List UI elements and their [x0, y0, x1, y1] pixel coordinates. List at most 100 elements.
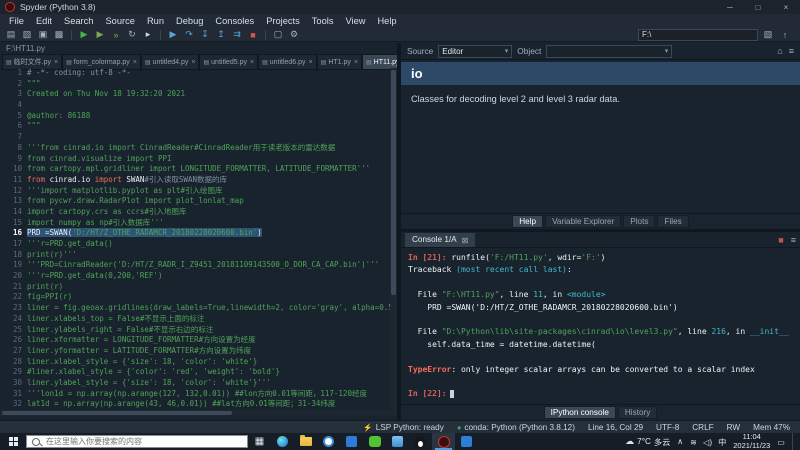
- action-center-icon[interactable]: ▭: [777, 437, 785, 447]
- close-tab-icon[interactable]: ×: [54, 59, 58, 66]
- code-line[interactable]: 24liner.xlabels_top = False#不显示上面的标注: [0, 314, 390, 325]
- step-into-icon[interactable]: ↧: [198, 29, 212, 41]
- code-line[interactable]: 7: [0, 132, 390, 143]
- editor-tab[interactable]: ▤untitled5.py×: [199, 54, 258, 69]
- code-line[interactable]: 25liner.ylabels_right = False#不显示右边的标注: [0, 325, 390, 336]
- code-line[interactable]: 29#liner.xlabel_style = {'color': 'red',…: [0, 367, 390, 378]
- line-number[interactable]: 18: [0, 250, 27, 261]
- taskbar-app-spyder[interactable]: [432, 433, 455, 450]
- code-line[interactable]: 8'''from cinrad.io import CinradReader#C…: [0, 143, 390, 154]
- code-line[interactable]: 4: [0, 100, 390, 111]
- editor-tab[interactable]: ▤临时文件.py×: [2, 54, 62, 69]
- working-directory-input[interactable]: [638, 29, 758, 41]
- line-number[interactable]: 5: [0, 111, 27, 122]
- run-cell-icon[interactable]: ▶: [93, 29, 107, 41]
- code-line[interactable]: 32lat1d = np.array(np.arange(43, 46,0.01…: [0, 399, 390, 410]
- line-number[interactable]: 16: [0, 228, 27, 239]
- editor-tab[interactable]: ▤untitled4.py×: [141, 54, 200, 69]
- preferences-icon[interactable]: ⚙: [287, 29, 301, 41]
- line-number[interactable]: 1: [0, 68, 27, 79]
- taskbar-app-task-view[interactable]: ▦: [248, 433, 271, 450]
- continue-icon[interactable]: ⇉: [230, 29, 244, 41]
- line-number[interactable]: 12: [0, 186, 27, 197]
- start-button[interactable]: [0, 433, 26, 450]
- line-number[interactable]: 3: [0, 89, 27, 100]
- line-number[interactable]: 23: [0, 303, 27, 314]
- console-tab[interactable]: Console 1/A ⊠: [405, 233, 475, 247]
- pane-tab-files[interactable]: Files: [657, 215, 688, 228]
- volume-icon[interactable]: ◁): [703, 437, 712, 447]
- menu-tools[interactable]: Tools: [306, 16, 340, 26]
- maximize-pane-icon[interactable]: ▢: [271, 29, 285, 41]
- object-dropdown[interactable]: ▾: [546, 45, 672, 58]
- taskbar-app-file-explorer[interactable]: [294, 433, 317, 450]
- scrollbar-thumb[interactable]: [2, 411, 232, 415]
- code-line[interactable]: 15import numpy as np#引入数据库''': [0, 218, 390, 229]
- code-line[interactable]: 18print(r)''': [0, 250, 390, 261]
- debug-icon[interactable]: ▶: [166, 29, 180, 41]
- console-output[interactable]: In [21]: runfile('F:/HT11.py', wdir='F:'…: [401, 247, 800, 415]
- parent-directory-icon[interactable]: ↑: [778, 29, 792, 41]
- menu-consoles[interactable]: Consoles: [209, 16, 260, 26]
- menu-file[interactable]: File: [3, 16, 30, 26]
- taskbar-app-qq[interactable]: [409, 433, 432, 450]
- browse-directory-icon[interactable]: ▧: [761, 29, 775, 41]
- clock[interactable]: 11:04 2021/11/23: [733, 433, 770, 449]
- hidden-icons-chevron[interactable]: ∧: [677, 437, 683, 446]
- line-number[interactable]: 9: [0, 154, 27, 165]
- pane-tab-help[interactable]: Help: [512, 215, 543, 228]
- pane-tab-plots[interactable]: Plots: [623, 215, 655, 228]
- line-number[interactable]: 15: [0, 218, 27, 229]
- show-desktop-button[interactable]: [792, 433, 797, 450]
- code-line[interactable]: 22fig=PPI(r): [0, 292, 390, 303]
- editor-tab[interactable]: ▤form_colormap.py×: [62, 54, 141, 69]
- menu-view[interactable]: View: [339, 16, 371, 26]
- code-line[interactable]: 28liner.xlabel_style = {'size': 18, 'col…: [0, 357, 390, 368]
- home-icon[interactable]: ⌂: [777, 46, 782, 56]
- line-number[interactable]: 13: [0, 196, 27, 207]
- open-file-icon[interactable]: ▧: [20, 29, 34, 41]
- taskbar-app-photos[interactable]: [386, 433, 409, 450]
- line-number[interactable]: 29: [0, 367, 27, 378]
- code-line[interactable]: 10from cartopy.mpl.gridliner import LONG…: [0, 164, 390, 175]
- code-line[interactable]: 12'''import matplotlib.pyplot as plt#引入绘…: [0, 186, 390, 197]
- line-number[interactable]: 31: [0, 389, 27, 400]
- network-icon[interactable]: ≋: [690, 437, 697, 447]
- taskbar-app-store[interactable]: [340, 433, 363, 450]
- run-cell-advance-icon[interactable]: »: [109, 29, 123, 41]
- taskbar-app-wechat[interactable]: [363, 433, 386, 450]
- code-line[interactable]: 2""": [0, 79, 390, 90]
- close-tab-icon[interactable]: ×: [191, 59, 195, 66]
- editor-tab[interactable]: ▤HT1.py×: [317, 54, 362, 69]
- line-number[interactable]: 20: [0, 271, 27, 282]
- menu-search[interactable]: Search: [58, 16, 99, 26]
- line-number[interactable]: 24: [0, 314, 27, 325]
- source-dropdown[interactable]: Editor ▾: [438, 45, 512, 58]
- run-selection-icon[interactable]: ▸: [141, 29, 155, 41]
- ime-indicator[interactable]: 中: [718, 436, 726, 448]
- new-file-icon[interactable]: ▤: [4, 29, 18, 41]
- code-line[interactable]: 3Created on Thu Nov 18 19:32:20 2021: [0, 89, 390, 100]
- code-line[interactable]: 6""": [0, 121, 390, 132]
- code-line[interactable]: 20'''r=PRD.get_data(0,200,'REF'): [0, 271, 390, 282]
- editor-horizontal-scrollbar[interactable]: [0, 410, 397, 416]
- line-number[interactable]: 28: [0, 357, 27, 368]
- taskbar-search[interactable]: [26, 435, 248, 448]
- editor-vertical-scrollbar[interactable]: [390, 68, 397, 410]
- code-line[interactable]: 27liner.yformatter = LATITUDE_FORMATTER#…: [0, 346, 390, 357]
- pane-tab-history[interactable]: History: [618, 406, 657, 419]
- menu-edit[interactable]: Edit: [30, 16, 58, 26]
- options-menu-icon[interactable]: ≡: [791, 235, 796, 245]
- minimize-button[interactable]: ─: [716, 0, 744, 14]
- options-menu-icon[interactable]: ≡: [789, 46, 794, 56]
- line-number[interactable]: 4: [0, 100, 27, 111]
- code-editor[interactable]: 1# -*- coding: utf-8 -*-2"""3Created on …: [0, 68, 390, 410]
- line-number[interactable]: 26: [0, 335, 27, 346]
- save-all-icon[interactable]: ▩: [52, 29, 66, 41]
- close-console-icon[interactable]: ⊠: [462, 235, 469, 245]
- close-button[interactable]: ×: [772, 0, 800, 14]
- close-tab-icon[interactable]: ×: [250, 59, 254, 66]
- code-line[interactable]: 5@author: 86188: [0, 111, 390, 122]
- step-return-icon[interactable]: ↥: [214, 29, 228, 41]
- taskbar-app-vscode[interactable]: [455, 433, 478, 450]
